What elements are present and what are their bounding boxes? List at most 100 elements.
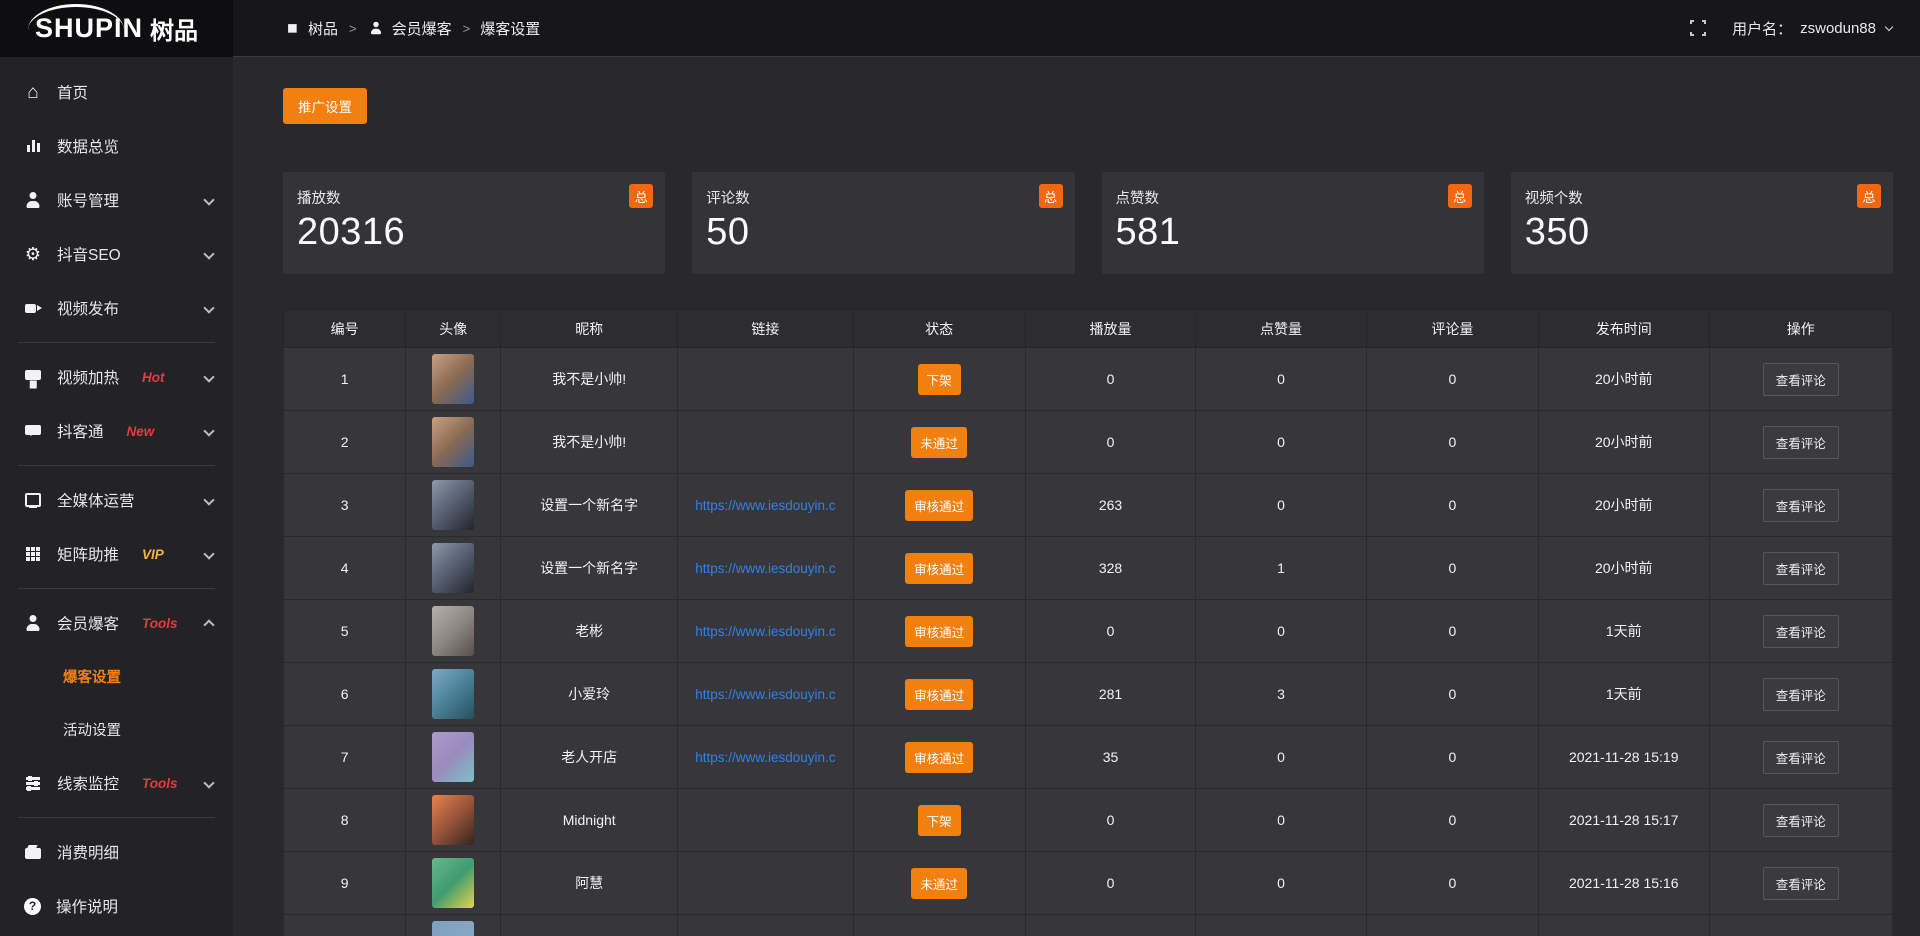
sidebar-item-matrix-boost[interactable]: 矩阵助推 VIP [0,527,233,581]
sidebar-item-label: 消费明细 [57,841,119,863]
cell-avatar [406,663,501,726]
cell-status: 下架 [853,348,1025,411]
cell-avatar [406,726,501,789]
cell-avatar [406,600,501,663]
chevron-icon [203,248,214,259]
cell-comments: 0 [1366,411,1538,474]
sidebar-item-clue-monitor[interactable]: 线索监控 Tools [0,756,233,810]
table-row: 3 设置一个新名字 https://www.iesdouyin.c 审核通过 2… [284,474,1893,537]
view-comments-button[interactable]: 查看评论 [1763,804,1839,837]
cell-action: 查看评论 [1709,474,1892,537]
sidebar-item-douyin-seo[interactable]: 抖音SEO [0,227,233,281]
cell-avatar [406,852,501,915]
view-comments-button[interactable]: 查看评论 [1763,867,1839,900]
video-link[interactable]: https://www.iesdouyin.c [678,498,852,513]
video-link[interactable]: https://www.iesdouyin.c [678,624,852,639]
view-comments-button[interactable]: 查看评论 [1763,426,1839,459]
cell-nickname: 老人开店 [501,726,678,789]
sidebar-item-activity-settings[interactable]: 活动设置 [0,703,233,756]
sidebar-item-member-baoke[interactable]: 会员爆客 Tools [0,596,233,650]
cell-index: 8 [284,789,406,852]
sidebar-item-video-publish[interactable]: 视频发布 [0,281,233,335]
sidebar-item-account-management[interactable]: 账号管理 [0,173,233,227]
cell-avatar [406,348,501,411]
cell-plays: 0 [1025,852,1196,915]
cell-avatar [406,474,501,537]
user-menu[interactable]: 用户名：zswodun88 [1732,18,1892,39]
avatar [432,858,474,908]
app-logo[interactable]: SHUPIN 树品 [0,0,233,57]
cell-likes: 0 [1196,852,1367,915]
stat-value: 350 [1525,211,1879,254]
status-badge[interactable]: 下架 [918,364,961,395]
stat-card: 点赞数 581 总 [1102,172,1484,274]
chevron-icon [203,371,214,382]
chevron-icon [203,548,214,559]
total-badge: 总 [1857,184,1881,208]
view-comments-button[interactable]: 查看评论 [1763,615,1839,648]
promo-settings-button[interactable]: 推广设置 [283,88,367,124]
table-row: 1 我不是小帅! 下架 0 0 0 20小时前 查看评论 [284,348,1893,411]
sidebar-item-data-overview[interactable]: 数据总览 [0,119,233,173]
breadcrumb-separator: > [349,21,357,36]
avatar [432,732,474,782]
cell-action: 查看评论 [1709,411,1892,474]
cell-nickname: 设置一个新名字 [501,474,678,537]
view-comments-button[interactable]: 查看评论 [1763,741,1839,774]
sidebar-item-label: 操作说明 [56,895,118,917]
status-badge[interactable]: 未通过 [911,427,967,458]
cell-nickname [501,915,678,936]
view-comments-button[interactable]: 查看评论 [1763,678,1839,711]
stat-cards-row: 播放数 20316 总 评论数 50 总 点赞数 581 总 视频个数 350 … [283,172,1893,274]
fullscreen-icon[interactable] [1690,20,1706,36]
sidebar-item-all-media-operation[interactable]: 全媒体运营 [0,473,233,527]
cell-avatar [406,789,501,852]
column-header: 状态 [853,310,1025,348]
stat-label: 播放数 [297,187,651,208]
gear-icon [24,245,42,263]
video-link[interactable]: https://www.iesdouyin.c [678,561,852,576]
total-badge: 总 [1448,184,1472,208]
cell-avatar [406,411,501,474]
cell-index: 2 [284,411,406,474]
video-link[interactable]: https://www.iesdouyin.c [678,687,852,702]
header-right: 用户名：zswodun88 [1690,18,1892,39]
sidebar-item-baoke-settings[interactable]: 爆客设置 [0,650,233,703]
status-badge[interactable]: 未通过 [911,868,967,899]
avatar [432,795,474,845]
cell-nickname: 我不是小帅! [501,411,678,474]
chevron-down-icon [1885,22,1893,30]
view-comments-button[interactable]: 查看评论 [1763,363,1839,396]
breadcrumb-item[interactable]: 树品 > [283,18,357,39]
sidebar-item-video-heat[interactable]: 视频加热 Hot [0,350,233,404]
sidebar-item-douketong[interactable]: 抖客通 New [0,404,233,458]
view-comments-button[interactable]: 查看评论 [1763,552,1839,585]
sidebar-item-operation-guide[interactable]: 操作说明 [0,879,233,933]
user-icon [369,21,383,35]
status-badge[interactable]: 审核通过 [905,679,973,710]
table-row: 2 我不是小帅! 未通过 0 0 0 20小时前 查看评论 [284,411,1893,474]
cell-avatar [406,915,501,936]
user-icon [24,191,42,209]
sidebar-item-consumption-details[interactable]: 消费明细 [0,825,233,879]
grid-icon [24,545,42,563]
status-badge[interactable]: 审核通过 [905,553,973,584]
stat-value: 581 [1116,211,1470,254]
cell-link: https://www.iesdouyin.c [678,474,853,537]
chevron-icon [203,194,214,205]
status-badge[interactable]: 下架 [918,805,961,836]
status-badge[interactable]: 审核通过 [905,490,973,521]
breadcrumb-label: 会员爆客 [392,18,452,39]
table-row: 5 老彬 https://www.iesdouyin.c 审核通过 0 0 0 … [284,600,1893,663]
table-header-row: 编号头像昵称链接状态播放量点赞量评论量发布时间操作 [284,310,1893,348]
cell-status [853,915,1025,936]
view-comments-button[interactable]: 查看评论 [1763,489,1839,522]
user-icon [24,614,42,632]
sidebar-item-home[interactable]: 首页 [0,65,233,119]
video-link[interactable]: https://www.iesdouyin.c [678,750,852,765]
avatar [432,480,474,530]
status-badge[interactable]: 审核通过 [905,616,973,647]
status-badge[interactable]: 审核通过 [905,742,973,773]
breadcrumb-item[interactable]: 会员爆客 > [367,18,471,39]
cell-status: 下架 [853,789,1025,852]
